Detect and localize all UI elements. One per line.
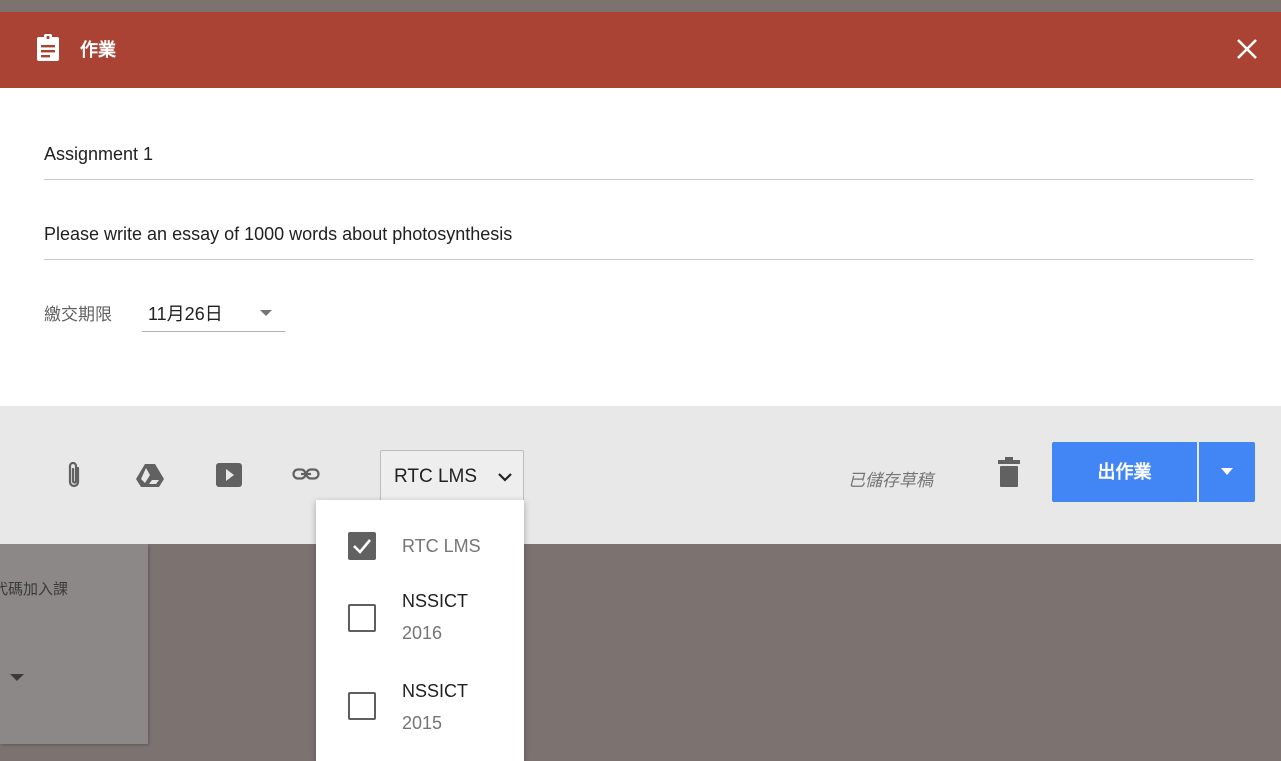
menu-item-sublabel: 2016 [402, 623, 443, 643]
checkbox-unchecked-icon[interactable] [348, 692, 376, 720]
menu-item-class[interactable]: RTC LMS [316, 500, 524, 590]
caret-down-icon [260, 310, 272, 316]
trash-icon[interactable] [998, 457, 1020, 487]
assignment-dialog: 作業 Assignment 1 Please write an essay of… [0, 12, 1281, 544]
menu-item-label: NSSICT [402, 681, 469, 701]
attach-icon[interactable] [66, 460, 82, 490]
checkbox-unchecked-icon[interactable] [348, 604, 376, 632]
class-select-dropdown[interactable]: RTC LMS [380, 450, 524, 502]
menu-item-label: NSSICT [402, 591, 469, 611]
due-date-value: 11月26日 [148, 304, 223, 324]
draft-saved-status: 已儲存草稿 [848, 471, 933, 490]
close-icon[interactable] [1234, 36, 1260, 62]
assign-button[interactable]: 出作業 [1052, 442, 1197, 502]
youtube-icon[interactable] [216, 463, 242, 487]
menu-item-class[interactable]: NSSICT 2015 [316, 672, 524, 761]
class-select-label: RTC LMS [394, 466, 478, 487]
background-card-text: 代碼加入課 [0, 581, 69, 598]
background-class-card [0, 544, 148, 744]
link-icon[interactable] [292, 466, 320, 482]
dialog-title: 作業 [80, 40, 116, 60]
menu-item-class[interactable]: NSSICT 2016 [316, 582, 524, 672]
due-date-label: 繳交期限 [44, 305, 112, 324]
chevron-down-icon [497, 469, 513, 485]
dialog-toolbar: RTC LMS 已儲存草稿 出作業 [0, 406, 1281, 544]
menu-item-label: RTC LMS [402, 536, 481, 556]
assign-options-button[interactable] [1199, 442, 1255, 502]
background-caret-down-icon [10, 674, 24, 681]
assignment-icon [36, 34, 60, 62]
dialog-header: 作業 [0, 12, 1281, 88]
caret-down-icon [1221, 468, 1233, 475]
menu-item-sublabel: 2015 [402, 713, 443, 733]
class-select-menu: RTC LMS NSSICT 2016 NSSICT 2015 [316, 500, 524, 761]
title-input[interactable]: Assignment 1 [44, 144, 1254, 180]
due-date-dropdown[interactable]: 11月26日 [142, 295, 285, 332]
description-input[interactable]: Please write an essay of 1000 words abou… [44, 224, 1254, 260]
checkbox-checked-icon[interactable] [348, 532, 376, 560]
drive-icon[interactable] [136, 463, 164, 487]
